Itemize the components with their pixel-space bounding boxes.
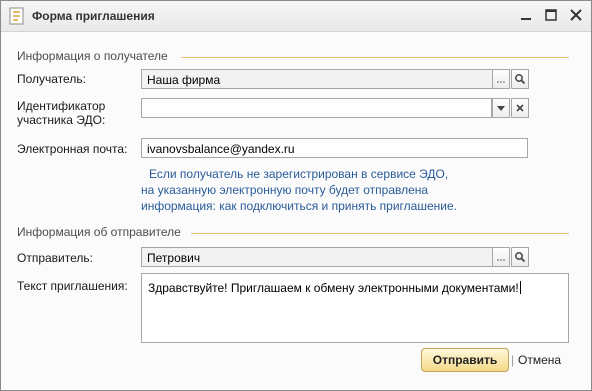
section-divider: [191, 233, 569, 234]
close-icon[interactable]: [566, 5, 586, 25]
minimize-icon[interactable]: [516, 5, 536, 25]
email-value: ivanovsbalance@yandex.ru: [147, 142, 295, 156]
sender-field[interactable]: Петрович: [141, 247, 510, 267]
invite-text-value: Здравствуйте! Приглашаем к обмену электр…: [148, 281, 519, 295]
search-icon: [515, 252, 526, 263]
clear-icon: [516, 104, 524, 112]
recipient-value: Наша фирма: [147, 73, 221, 87]
ellipsis-icon: [497, 259, 505, 261]
recipient-search-button[interactable]: [511, 69, 529, 89]
edo-id-label-line1: Идентификатор: [17, 99, 106, 113]
recipient-section-title: Информация о получателе: [17, 49, 168, 63]
action-separator: |: [511, 353, 515, 367]
recipient-choose-button[interactable]: [492, 69, 510, 89]
edo-id-field[interactable]: [141, 98, 492, 118]
maximize-icon[interactable]: [541, 5, 561, 25]
email-label: Электронная почта:: [17, 142, 128, 156]
edo-id-dropdown-button[interactable]: [492, 98, 510, 118]
info-text-line3: информация: как подключиться и принять п…: [141, 199, 457, 213]
info-text-line2: на указанную электронную почту будет отп…: [141, 183, 429, 197]
invite-text-label: Текст приглашения:: [17, 279, 128, 293]
text-caret: [519, 281, 521, 294]
edo-id-clear-button[interactable]: [511, 98, 529, 118]
form-icon: [8, 7, 26, 25]
ellipsis-icon: [497, 81, 505, 83]
search-icon: [515, 74, 526, 85]
cancel-button[interactable]: Отмена: [518, 353, 561, 367]
sender-choose-button[interactable]: [492, 247, 510, 267]
email-field[interactable]: ivanovsbalance@yandex.ru: [141, 138, 528, 158]
sender-section-title: Информация об отправителе: [17, 225, 181, 239]
invite-text-area[interactable]: Здравствуйте! Приглашаем к обмену электр…: [141, 273, 569, 343]
title-bar[interactable]: Форма приглашения: [1, 1, 591, 32]
sender-value: Петрович: [147, 251, 201, 265]
send-button[interactable]: Отправить: [421, 348, 509, 372]
section-divider: [181, 57, 569, 58]
recipient-field[interactable]: Наша фирма: [141, 69, 510, 89]
invitation-dialog: Форма приглашения Информация о получател…: [0, 0, 592, 391]
sender-label: Отправитель:: [17, 251, 93, 265]
edo-id-label-line2: участника ЭДО:: [17, 113, 106, 127]
sender-search-button[interactable]: [511, 247, 529, 267]
recipient-label: Получатель:: [17, 72, 86, 86]
info-text-line1: Если получатель не зарегистрирован в сер…: [149, 167, 449, 181]
window-title: Форма приглашения: [32, 9, 155, 23]
chevron-down-icon: [497, 106, 505, 111]
